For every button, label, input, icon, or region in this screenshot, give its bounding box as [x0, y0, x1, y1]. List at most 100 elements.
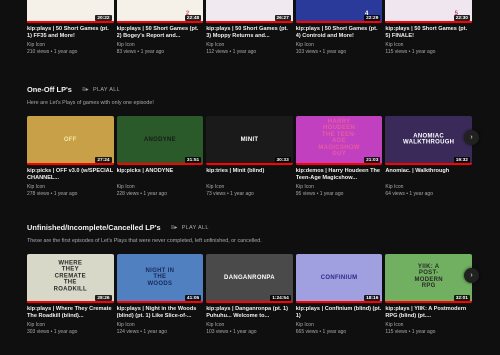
- video-thumbnail[interactable]: GAME422:29: [295, 0, 383, 23]
- watch-progress-bar: [206, 21, 293, 23]
- video-thumbnail[interactable]: GAMES222:48: [116, 0, 204, 23]
- video-thumbnail[interactable]: DANGANRONPA 1:24:54: [206, 254, 293, 303]
- video-card[interactable]: OFF 27:24 kip:picks | OFF v3.0 (w/SPECIAL …: [27, 116, 114, 197]
- watch-progress-bar: [385, 301, 472, 303]
- video-title[interactable]: kip:plays | Confinium (blind) (pt. 1): [296, 306, 383, 320]
- video-title[interactable]: Anomiac. | Walkthrough: [385, 168, 472, 182]
- watch-progress-bar: [27, 163, 114, 165]
- video-title[interactable]: kip:plays | 50 Short Games (pt. 5) FINAL…: [385, 26, 472, 40]
- video-card[interactable]: GAMES222:48 kip:plays | 50 Short Games (p…: [116, 0, 204, 55]
- video-card[interactable]: HARRY HOUDEEN THE TEEN-AGE MAGICSHOW GUY…: [295, 116, 383, 197]
- video-meta: 303 views • 1 year ago: [27, 329, 78, 335]
- channel-name[interactable]: Kip Icon: [206, 184, 293, 190]
- video-meta: 112 views • 1 year ago: [206, 49, 257, 55]
- watch-progress-bar: [206, 301, 293, 303]
- video-meta: 83 views • 1 year ago: [116, 49, 165, 55]
- video-card[interactable]: ANODYNE 31:51 kip:picks | ANODYNE Kip Icon 2…: [116, 116, 204, 197]
- channel-name[interactable]: Kip Icon: [117, 322, 204, 328]
- top-video-row: GAMES20:22kip:plays | 50 Short Games (pt…: [27, 0, 473, 55]
- section-title[interactable]: One-Off LP's: [27, 85, 72, 94]
- video-thumbnail[interactable]: NIGHT IN THE WOODS 41:05: [116, 254, 204, 303]
- video-meta: 103 views • 1 year ago: [206, 329, 257, 335]
- thumbnail-title-art: CONFINIUM: [320, 274, 358, 281]
- channel-name[interactable]: Kip Icon: [206, 322, 293, 328]
- video-title[interactable]: kip:tries | Minit (blind): [206, 168, 293, 182]
- video-thumbnail[interactable]: GAMES20:22: [27, 0, 114, 23]
- thumbnail-title-art: DANGANRONPA: [224, 274, 275, 281]
- video-title[interactable]: kip:plays | Danganronpa (pt. 1) Puhuhu..…: [206, 306, 293, 320]
- channel-name[interactable]: Kip Icon: [296, 322, 383, 328]
- video-thumbnail[interactable]: GAMES522:30: [385, 0, 472, 23]
- thumbnail-title-art: WHERE THEY CREMATE THE ROADKILL: [53, 260, 87, 293]
- video-meta: 64 views • 1 year ago: [385, 191, 433, 197]
- thumbnail-title-art: GAMES: [234, 0, 266, 4]
- video-meta: 278 views • 1 year ago: [27, 191, 78, 197]
- section-title[interactable]: Unfinished/Incomplete/Cancelled LP's: [27, 223, 161, 232]
- play-all-button[interactable]: ≡▸ PLAY ALL: [82, 86, 120, 94]
- play-all-label: PLAY ALL: [181, 224, 209, 231]
- thumbnail-title-art: GAMES: [413, 0, 445, 4]
- chevron-right-icon[interactable]: ›: [464, 268, 479, 283]
- video-thumbnail[interactable]: WHERE THEY CREMATE THE ROADKILL 28:26: [27, 254, 114, 303]
- video-title[interactable]: kip:picks | ANODYNE: [117, 168, 204, 182]
- play-all-icon: ≡▸: [170, 225, 178, 231]
- video-meta: 95 views • 1 year ago: [295, 191, 344, 197]
- play-all-button[interactable]: ≡▸ PLAY ALL: [170, 224, 209, 232]
- channel-name[interactable]: Kip Icon: [385, 322, 472, 328]
- video-meta: 124 views • 1 year ago: [116, 329, 167, 335]
- channel-name[interactable]: Kip Icon: [296, 42, 383, 48]
- video-title[interactable]: kip:plays | 50 Short Games (pt. 1) FF35 …: [27, 26, 114, 40]
- video-card[interactable]: WHERE THEY CREMATE THE ROADKILL 28:26 kip:…: [27, 254, 114, 335]
- watch-progress-bar: [295, 301, 383, 303]
- video-title[interactable]: kip:picks | OFF v3.0 (w/SPECIAL CHANNEL.…: [27, 168, 114, 182]
- video-card[interactable]: CONFINIUM 18:16 kip:plays | Confinium (bli…: [295, 254, 383, 335]
- watch-progress-bar: [116, 21, 204, 23]
- video-thumbnail[interactable]: HARRY HOUDEEN THE TEEN-AGE MAGICSHOW GUY…: [295, 116, 383, 165]
- video-card[interactable]: DANGANRONPA 1:24:54 kip:plays | Danganronp…: [206, 254, 293, 335]
- video-thumbnail[interactable]: GAMES26:27: [206, 0, 293, 23]
- watch-progress-bar: [116, 301, 204, 303]
- video-thumbnail[interactable]: ANOMIAC WALKTHROUGH 19:32: [385, 116, 472, 165]
- video-meta: 228 views • 1 year ago: [116, 191, 167, 197]
- video-thumbnail[interactable]: MINIT 30:33: [206, 116, 293, 165]
- channel-name[interactable]: Kip Icon: [117, 184, 204, 190]
- video-card[interactable]: NIGHT IN THE WOODS 41:05 kip:plays | Night…: [116, 254, 204, 335]
- channel-name[interactable]: Kip Icon: [385, 42, 472, 48]
- video-card[interactable]: YIIK: A POST- MODERN RPG 32:01 kip:plays |…: [385, 254, 472, 335]
- video-meta: 73 views • 1 year ago: [206, 191, 254, 197]
- video-thumbnail[interactable]: YIIK: A POST- MODERN RPG 32:01: [385, 254, 472, 303]
- channel-name[interactable]: Kip Icon: [385, 184, 472, 190]
- video-title[interactable]: kip:plays | 50 Short Games (pt. 4) Contr…: [296, 26, 383, 40]
- chevron-right-icon[interactable]: ›: [464, 130, 479, 145]
- video-meta: 665 views • 1 year ago: [295, 329, 347, 335]
- video-card[interactable]: ANOMIAC WALKTHROUGH 19:32 Anomiac. | Walkt…: [385, 116, 472, 197]
- channel-name[interactable]: Kip Icon: [117, 42, 204, 48]
- video-title[interactable]: kip:plays | Night in the Woods (blind) (…: [117, 306, 204, 320]
- video-thumbnail[interactable]: ANODYNE 31:51: [116, 116, 204, 165]
- thumbnail-title-art: NIGHT IN THE WOODS: [145, 267, 175, 287]
- video-card[interactable]: GAME422:29 kip:plays | 50 Short Games (pt…: [295, 0, 383, 55]
- video-title[interactable]: kip:demos | Harry Houdeen The Teen-Age M…: [296, 168, 383, 182]
- watch-progress-bar: [206, 163, 293, 165]
- video-title[interactable]: kip:plays | 50 Short Games (pt. 2) Bogey…: [117, 26, 204, 40]
- video-card[interactable]: MINIT 30:33 kip:tries | Minit (blind) Kip I…: [206, 116, 293, 197]
- video-card[interactable]: GAMES522:30 kip:plays | 50 Short Games (p…: [385, 0, 472, 55]
- channel-name[interactable]: Kip Icon: [27, 322, 114, 328]
- section-unfinished: Unfinished/Incomplete/Cancelled LP's ≡▸ …: [27, 223, 479, 335]
- thumbnail-title-art: GAMES: [144, 0, 176, 4]
- channel-name[interactable]: Kip Icon: [27, 184, 114, 190]
- video-thumbnail[interactable]: CONFINIUM 18:16: [295, 254, 383, 303]
- channel-name[interactable]: Kip Icon: [206, 42, 293, 48]
- top-cards: GAMES20:22kip:plays | 50 Short Games (pt…: [27, 0, 473, 55]
- video-title[interactable]: kip:plays | YIIK: A Postmodern RPG (blin…: [385, 306, 472, 320]
- channel-name[interactable]: Kip Icon: [27, 42, 114, 48]
- channel-name[interactable]: Kip Icon: [296, 184, 383, 190]
- video-card[interactable]: GAMES20:22 kip:plays | 50 Short Games (pt…: [27, 0, 114, 55]
- video-card[interactable]: GAMES26:27 kip:plays | 50 Short Games (pt…: [206, 0, 293, 55]
- video-thumbnail[interactable]: OFF 27:24: [27, 116, 114, 165]
- section-header: One-Off LP's ≡▸ PLAY ALL: [27, 85, 473, 94]
- video-title[interactable]: kip:plays | 50 Short Games (pt. 3) Moppy…: [206, 26, 293, 40]
- watch-progress-bar: [385, 21, 472, 23]
- video-title[interactable]: kip:plays | Where They Cremate The Roadk…: [27, 306, 114, 320]
- thumbnail-title-art: OFF: [63, 136, 77, 143]
